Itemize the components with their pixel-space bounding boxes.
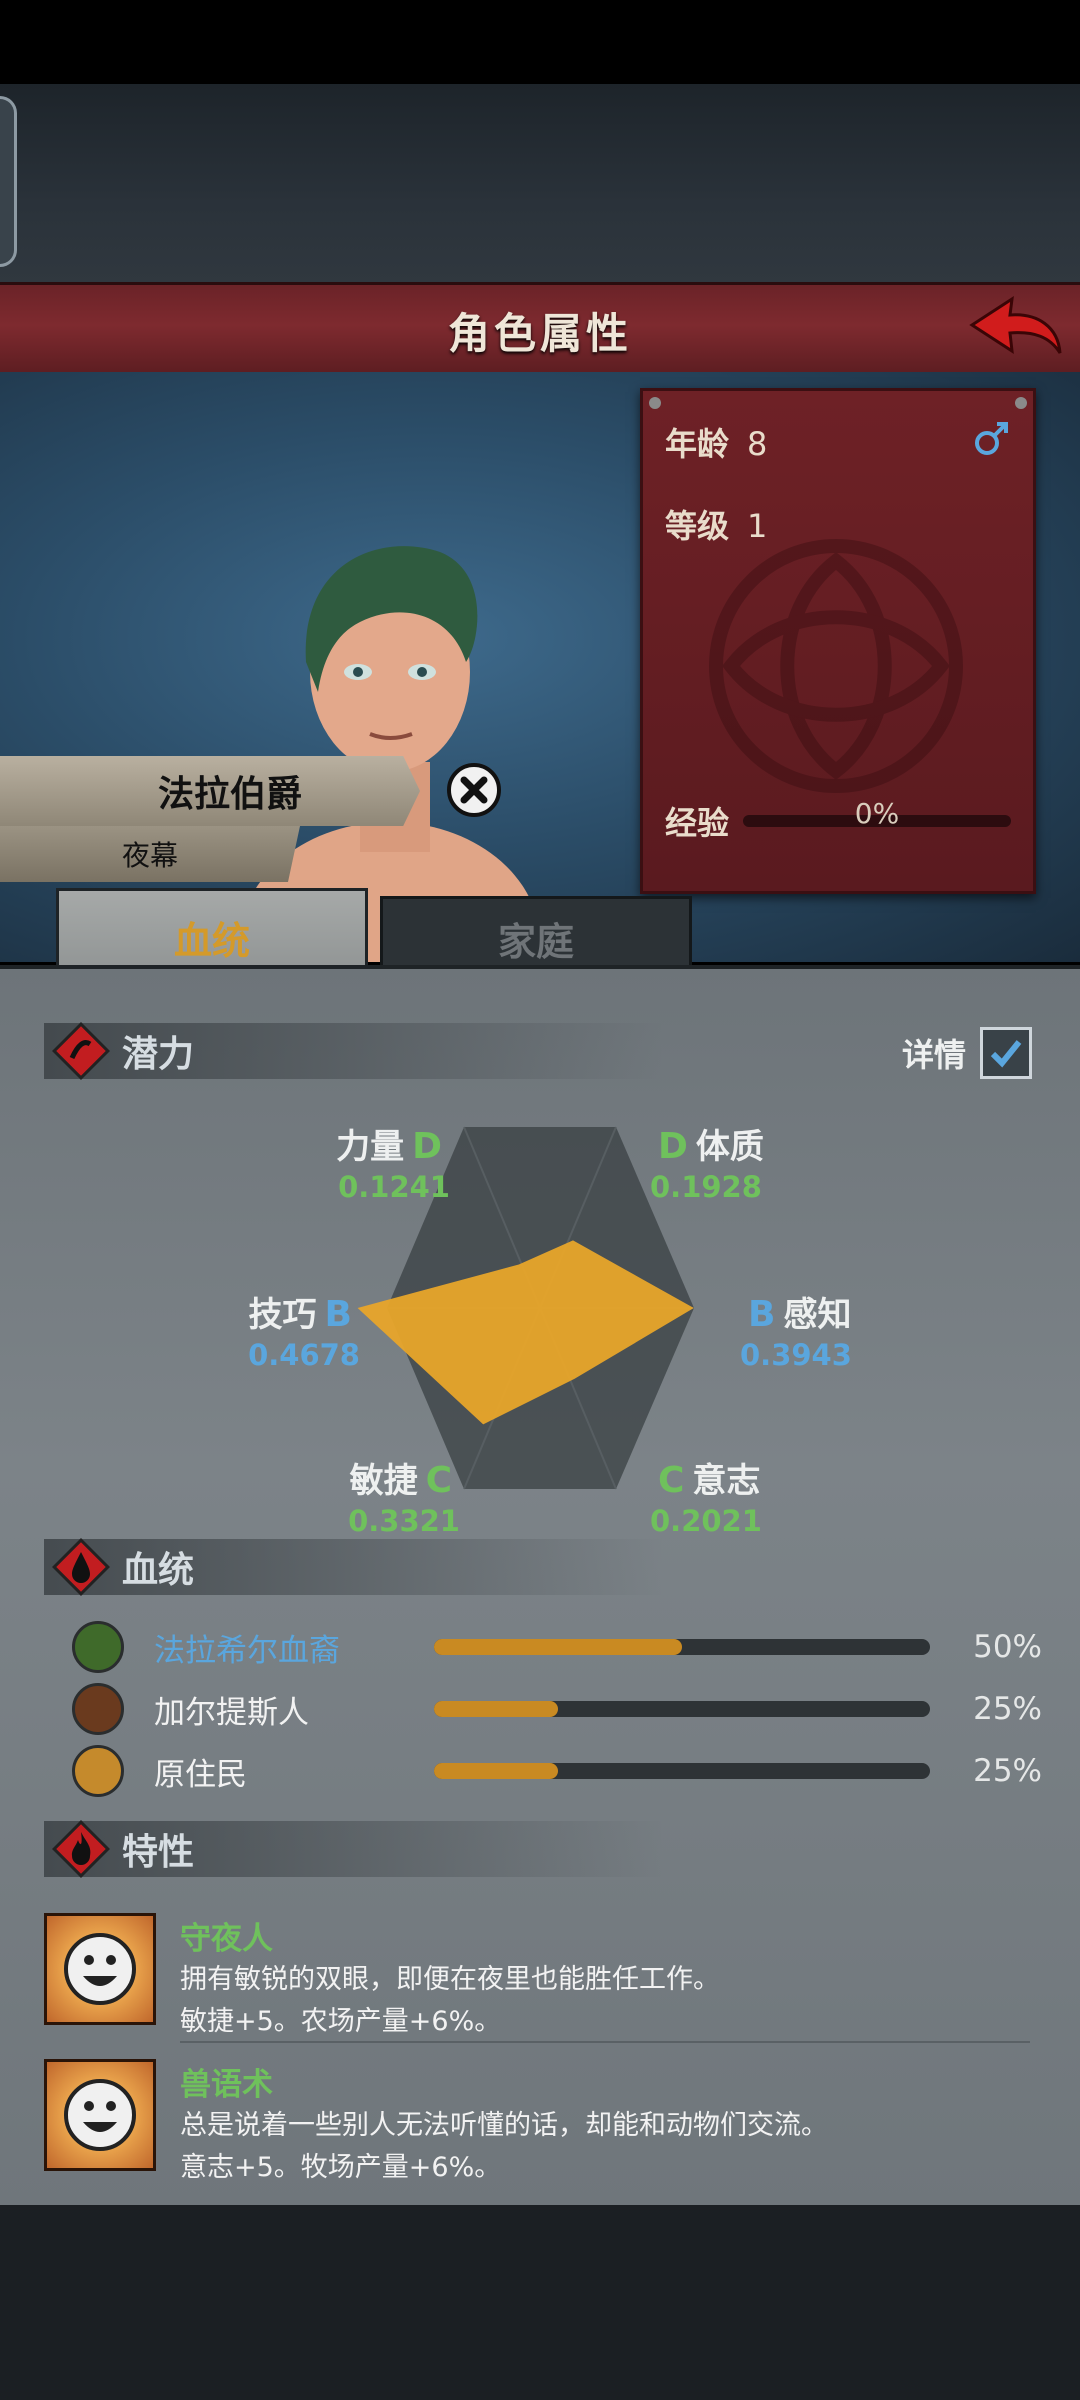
- title-banner: 角色属性: [0, 282, 1080, 379]
- navigation-bar: [0, 2205, 1080, 2400]
- bloodline-name: 原住民: [154, 1756, 247, 1793]
- traits-header: 特性: [44, 1820, 664, 1878]
- age-row: 年龄 8: [665, 419, 767, 465]
- bloodline-bar: [434, 1639, 930, 1655]
- smiley-icon: [44, 2059, 156, 2171]
- stat-card: 年龄 8 等级 1 经验 0%: [640, 388, 1036, 894]
- back-arrow-icon[interactable]: [966, 291, 1066, 367]
- bloodline-bar-fill: [434, 1639, 682, 1655]
- exp-bar: 0%: [743, 797, 1011, 830]
- bloodline-bar-fill: [434, 1701, 558, 1717]
- bloodline-header: 血统: [44, 1538, 664, 1596]
- check-icon: [990, 1040, 1022, 1068]
- trait-description: 总是说着一些别人无法听懂的话，却能和动物们交流。: [180, 2110, 828, 2141]
- pin-right: [1015, 397, 1027, 409]
- name-plate: 法拉伯爵: [0, 756, 420, 826]
- bloodline-name: 法拉希尔血裔: [154, 1632, 340, 1669]
- smiley-icon: [44, 1913, 156, 2025]
- bloodline-name: 加尔提斯人: [154, 1694, 309, 1731]
- detail-checkbox[interactable]: [980, 1027, 1032, 1079]
- attribute-label: D 体质 0.1928: [650, 1119, 850, 1204]
- potential-title: 潜力: [122, 1034, 195, 1075]
- beast-icon: [72, 1683, 124, 1735]
- attribute-value: 0.2021: [650, 1504, 762, 1538]
- close-icon[interactable]: [446, 762, 502, 818]
- trait-description: 拥有敏锐的双眼，即便在夜里也能胜任工作。: [180, 1964, 720, 1995]
- potential-icon: [52, 1022, 110, 1080]
- age-value: 8: [747, 425, 768, 463]
- age-label: 年龄: [665, 425, 730, 463]
- attribute-name: 感知: [783, 1295, 852, 1335]
- flame-icon: [52, 1820, 110, 1878]
- top-background: [0, 84, 1080, 284]
- attribute-label: C 意志 0.2021: [650, 1453, 850, 1538]
- attribute-grade: D: [658, 1126, 688, 1167]
- tree-icon: [72, 1621, 124, 1673]
- attribute-grade: C: [425, 1460, 452, 1501]
- attribute-grade: C: [658, 1460, 685, 1501]
- attribute-name: 技巧: [248, 1295, 317, 1335]
- leaf-icon: [72, 1745, 124, 1797]
- bloodline-percent: 25%: [973, 1691, 1042, 1727]
- radar-value-polygon: [357, 1240, 694, 1425]
- bloodline-bar: [434, 1763, 930, 1779]
- status-bar: [0, 0, 1080, 84]
- trait-effect: 敏捷+5。农场产量+6%。: [180, 2006, 502, 2037]
- celtic-knot-emblem: [709, 539, 963, 793]
- potential-header: 潜力: [44, 1022, 664, 1080]
- attribute-name: 体质: [695, 1127, 764, 1167]
- male-icon: [975, 422, 1008, 455]
- detail-label: 详情: [901, 1036, 966, 1074]
- exp-value: 0%: [854, 797, 900, 830]
- attribute-label: 敏捷 C 0.3321: [260, 1453, 460, 1538]
- page-title: 角色属性: [447, 308, 632, 358]
- divider: [180, 2041, 1030, 2043]
- house-plate: 夜幕: [0, 826, 300, 882]
- attribute-value: 0.4678: [248, 1338, 360, 1372]
- side-drawer-handle[interactable]: [0, 96, 17, 267]
- character-name: 法拉伯爵: [157, 774, 302, 815]
- attribute-grade: D: [412, 1126, 442, 1167]
- house-name: 夜幕: [121, 839, 178, 872]
- pin-left: [649, 397, 661, 409]
- trait-item[interactable]: 守夜人 拥有敏锐的双眼，即便在夜里也能胜任工作。 敏捷+5。农场产量+6%。: [44, 1913, 1034, 2043]
- attribute-label: 技巧 B 0.4678: [160, 1287, 360, 1372]
- blood-drop-icon: [52, 1538, 110, 1596]
- trait-item[interactable]: 兽语术 总是说着一些别人无法听懂的话，却能和动物们交流。 意志+5。牧场产量+6…: [44, 2059, 1034, 2189]
- content-panel: 潜力 详情 力量 D 0.1241 D 体质 0.1928 技巧 B 0.4678 B 感知 0.39…: [0, 965, 1080, 2209]
- attribute-value: 0.3321: [348, 1504, 460, 1538]
- bloodline-row: 加尔提斯人 25%: [72, 1683, 1042, 1735]
- bloodline-row: 法拉希尔血裔 50%: [72, 1621, 1042, 1673]
- attribute-name: 意志: [692, 1461, 761, 1501]
- attribute-grade: B: [748, 1294, 776, 1335]
- bloodline-bar: [434, 1701, 930, 1717]
- bloodline-title: 血统: [122, 1550, 195, 1591]
- attribute-grade: B: [324, 1294, 352, 1335]
- attribute-value: 0.3943: [740, 1338, 852, 1372]
- trait-name: 守夜人: [180, 1921, 273, 1957]
- attribute-value: 0.1928: [650, 1170, 762, 1204]
- bloodline-percent: 25%: [973, 1753, 1042, 1789]
- attribute-label: 力量 D 0.1241: [250, 1119, 450, 1204]
- detail-toggle[interactable]: 详情: [902, 1027, 1032, 1079]
- bloodline-bar-fill: [434, 1763, 558, 1779]
- traits-title: 特性: [122, 1832, 195, 1873]
- trait-effect: 意志+5。牧场产量+6%。: [180, 2152, 502, 2183]
- exp-label: 经验: [665, 804, 730, 842]
- attribute-name: 力量: [336, 1127, 405, 1167]
- attribute-label: B 感知 0.3943: [740, 1287, 940, 1372]
- bloodline-percent: 50%: [973, 1629, 1042, 1665]
- attribute-value: 0.1241: [338, 1170, 450, 1204]
- attribute-name: 敏捷: [349, 1461, 418, 1501]
- bloodline-row: 原住民 25%: [72, 1745, 1042, 1797]
- trait-name: 兽语术: [180, 2067, 273, 2103]
- exp-row: 经验 0%: [665, 797, 1011, 842]
